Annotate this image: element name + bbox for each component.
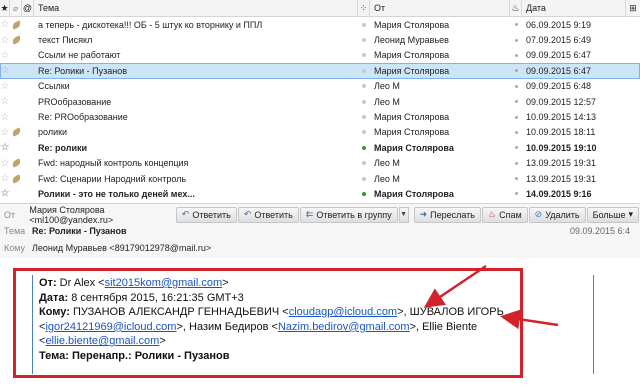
arrow-left <box>500 309 559 330</box>
arrow-up-left <box>423 264 487 308</box>
annotation-arrows <box>423 264 559 330</box>
